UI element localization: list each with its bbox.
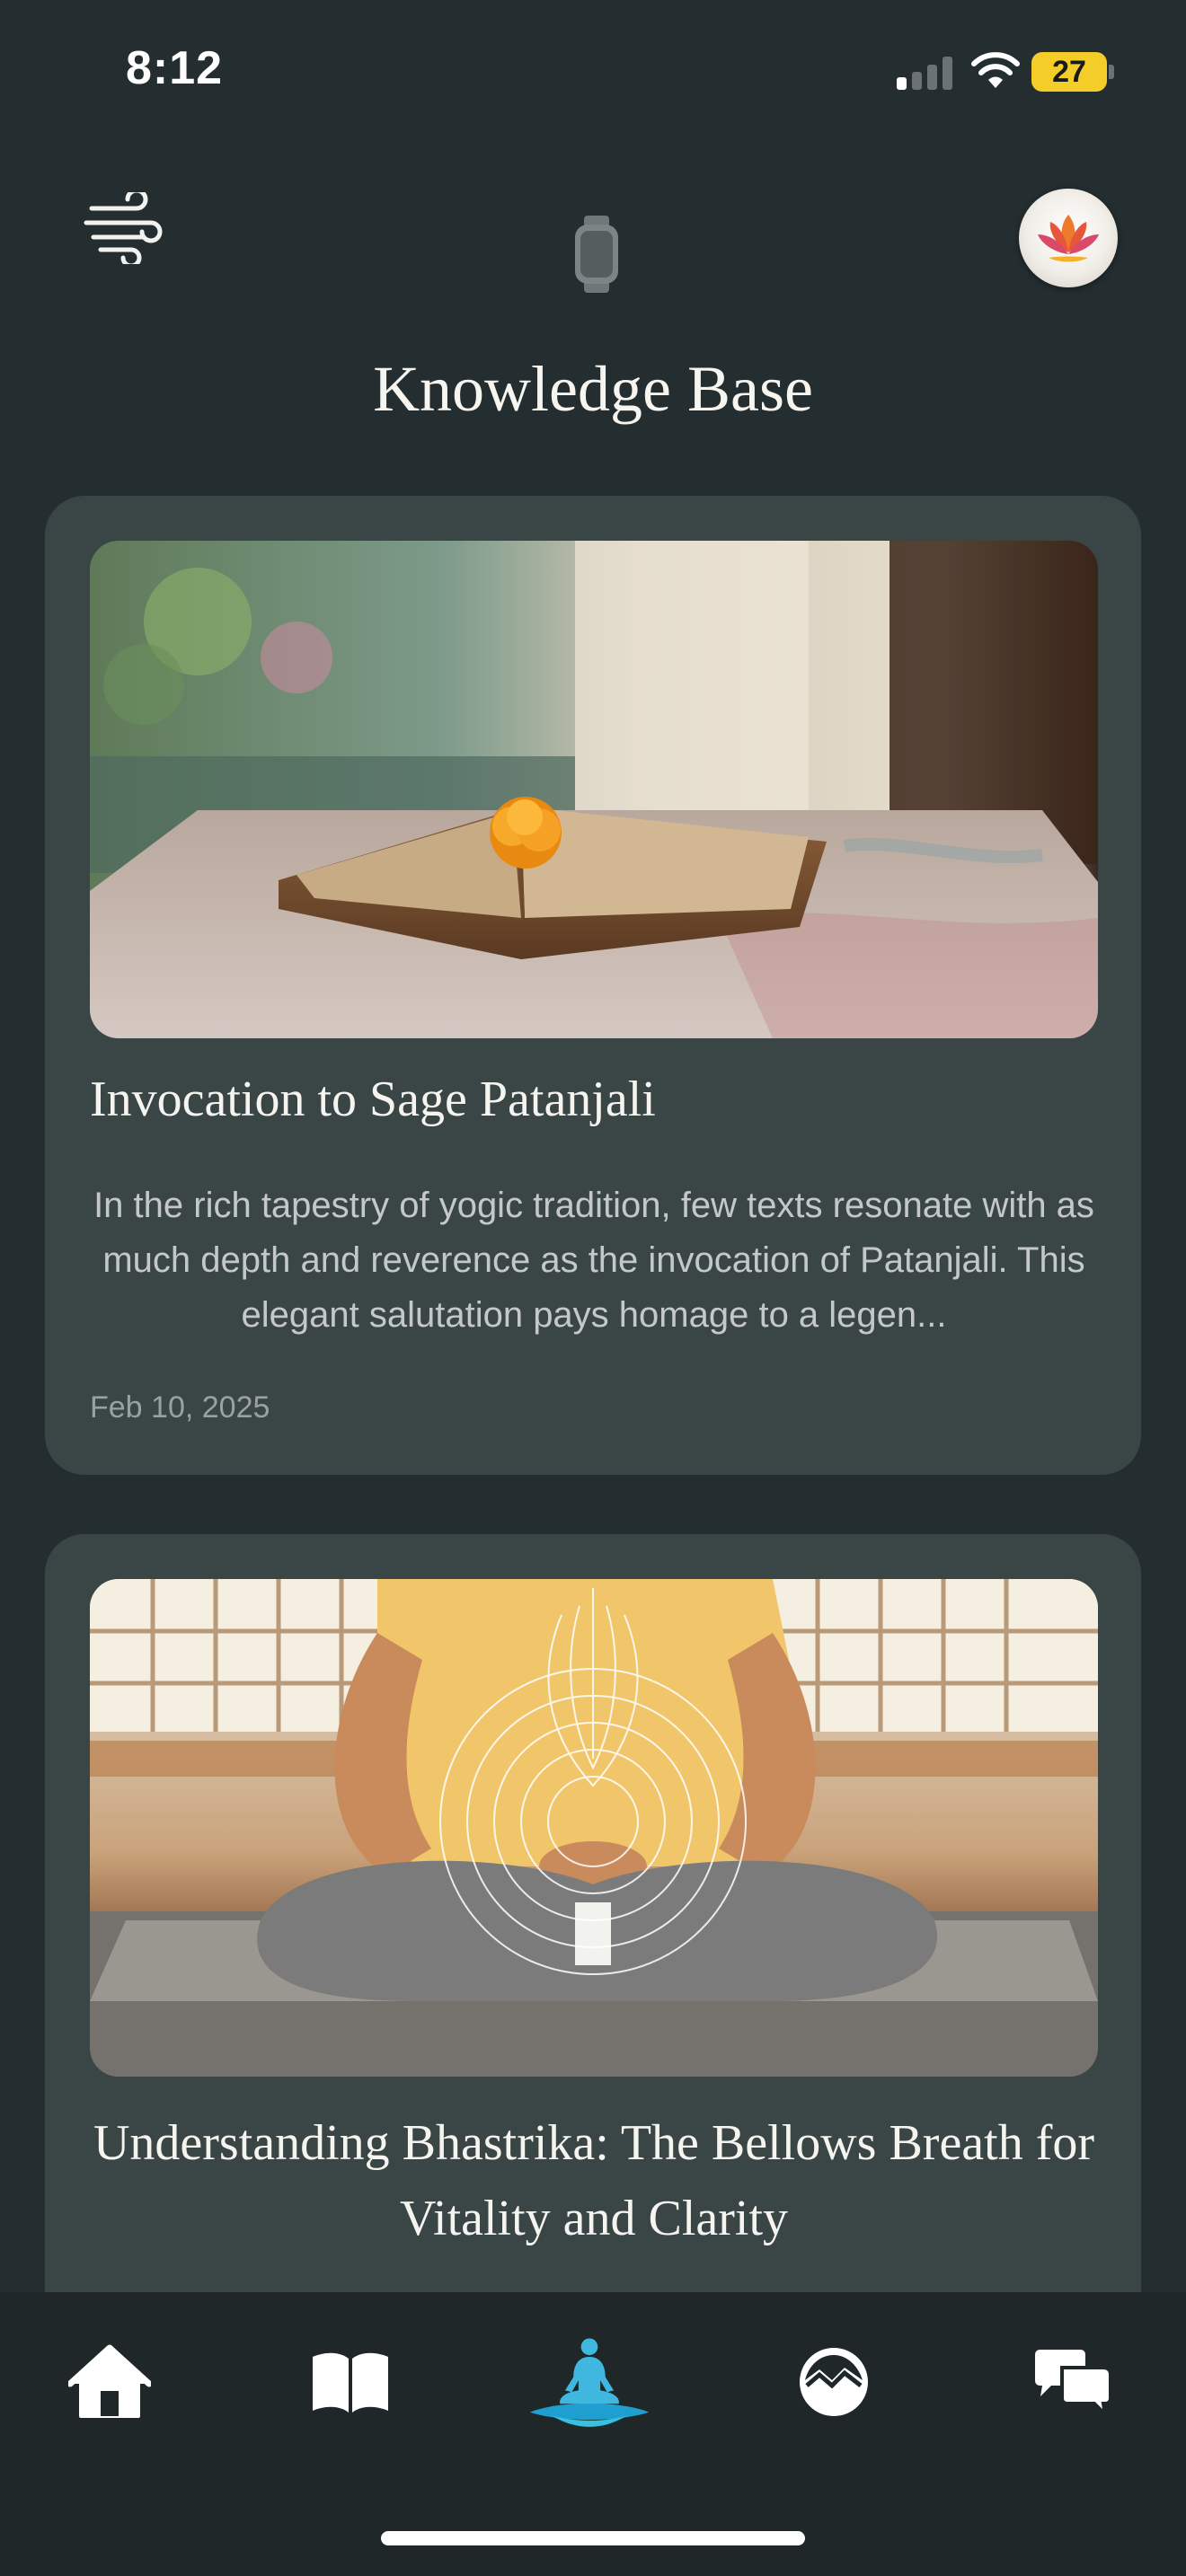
- status-bar: 8:12 27: [0, 0, 1186, 144]
- page-title: Knowledge Base: [373, 353, 813, 425]
- article-title[interactable]: Invocation to Sage Patanjali: [90, 1071, 1098, 1128]
- battery-tip: [1109, 65, 1114, 79]
- smartwatch-icon[interactable]: [571, 216, 622, 293]
- status-time: 8:12: [126, 42, 224, 94]
- wifi-icon: [971, 52, 1020, 88]
- tab-explore[interactable]: [771, 2328, 897, 2436]
- article-card[interactable]: Invocation to Sage Patanjali In the rich…: [45, 496, 1141, 1475]
- house-icon: [68, 2344, 151, 2418]
- chat-bubbles-icon: [1035, 2350, 1112, 2416]
- tab-meditate[interactable]: [527, 2328, 652, 2436]
- home-indicator[interactable]: [381, 2531, 805, 2545]
- top-header: [0, 171, 1186, 296]
- article-title[interactable]: Understanding Bhastrika: The Bellows Bre…: [90, 2105, 1098, 2256]
- lotus-icon: [1038, 215, 1099, 262]
- tab-chat[interactable]: [1010, 2328, 1136, 2436]
- article-excerpt: In the rich tapestry of yogic tradition,…: [93, 1186, 1094, 1335]
- article-card[interactable]: Understanding Bhastrika: The Bellows Bre…: [45, 1534, 1141, 2307]
- open-book-with-marigold-image: [90, 541, 1098, 1038]
- open-book-icon: [313, 2352, 388, 2413]
- cellular-signal-icon: [897, 56, 952, 90]
- profile-avatar[interactable]: [1019, 189, 1118, 287]
- battery-icon: 27: [1031, 52, 1107, 92]
- meditating-figure-icon: [529, 2338, 650, 2427]
- seated-meditation-breath-rings-image: [90, 1579, 1098, 2077]
- tab-library[interactable]: [288, 2328, 413, 2436]
- battery-level: 27: [1052, 54, 1086, 89]
- wind-lines-icon[interactable]: [81, 192, 171, 264]
- tab-home[interactable]: [47, 2328, 173, 2436]
- landscape-circle-icon: [800, 2348, 868, 2416]
- article-date: Feb 10, 2025: [90, 1390, 270, 1425]
